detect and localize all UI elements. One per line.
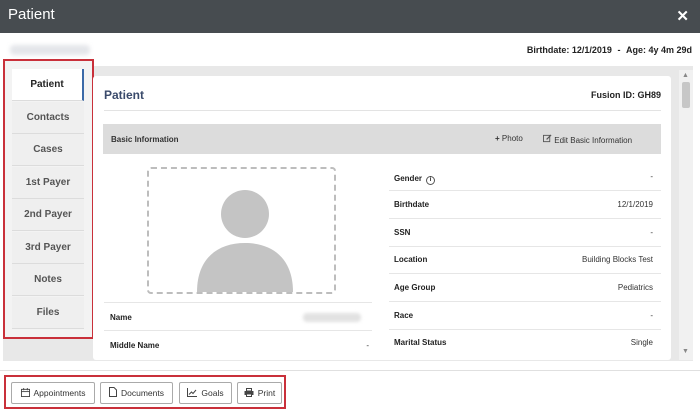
tab-patient[interactable]: Patient: [12, 69, 84, 101]
fusion-id: Fusion ID: GH89: [591, 90, 661, 100]
race-value: -: [650, 311, 653, 320]
gender-label-text: Gender: [394, 174, 423, 183]
patient-name-redacted: [10, 45, 90, 55]
birthdate-value: 12/1/2019: [617, 200, 653, 209]
ssn-value: -: [650, 228, 653, 237]
separator: -: [617, 45, 621, 55]
print-icon: [244, 387, 254, 399]
plus-icon: +: [495, 134, 500, 143]
edit-basic-info-button[interactable]: Edit Basic Information: [543, 134, 632, 145]
scroll-down-icon[interactable]: ▼: [682, 348, 689, 355]
age-group-label: Age Group: [394, 283, 436, 292]
close-icon[interactable]: ✕: [676, 7, 689, 25]
birthdate-age-line: Birthdate: 12/1/2019 - Age: 4y 4m 29d: [527, 45, 692, 55]
marital-status-label: Marital Status: [394, 338, 447, 347]
patient-card: Patient Fusion ID: GH89 Basic Informatio…: [93, 76, 671, 360]
tab-3rd-payer[interactable]: 3rd Payer: [12, 232, 84, 264]
age-text: Age: 4y 4m 29d: [625, 45, 692, 55]
scrollbar-thumb[interactable]: [682, 82, 690, 108]
photo-placeholder[interactable]: [147, 167, 336, 294]
print-label: Print: [257, 388, 276, 398]
documents-label: Documents: [121, 388, 164, 398]
document-icon: [109, 387, 117, 399]
add-photo-button[interactable]: + Photo: [495, 134, 523, 143]
marital-status-value: Single: [630, 338, 653, 347]
row-divider: [104, 302, 372, 303]
row-divider: [389, 301, 661, 302]
edit-basic-info-label: Edit Basic Information: [554, 136, 633, 145]
birthdate-label: Birthdate: [394, 200, 430, 209]
documents-button[interactable]: Documents: [100, 382, 173, 404]
row-divider: [389, 218, 661, 219]
row-divider: [389, 329, 661, 330]
tab-2nd-payer[interactable]: 2nd Payer: [12, 199, 84, 231]
basic-info-header: Basic Information + Photo Edit Basic Inf…: [103, 124, 661, 154]
row-divider: [389, 190, 661, 191]
middle-name-value: -: [366, 341, 369, 350]
tab-files[interactable]: Files: [12, 297, 84, 329]
tab-contacts[interactable]: Contacts: [12, 102, 84, 134]
gender-value: -: [650, 172, 653, 181]
divider: [104, 110, 661, 111]
calendar-icon: [20, 387, 30, 399]
row-divider: [104, 330, 372, 331]
fusion-id-value: GH89: [637, 90, 661, 100]
ssn-label: SSN: [394, 228, 411, 237]
info-icon[interactable]: i: [426, 176, 436, 185]
tab-cases[interactable]: Cases: [12, 134, 84, 166]
edit-icon: [543, 134, 554, 145]
age-group-value: Pediatrics: [617, 283, 653, 292]
row-divider: [389, 246, 661, 247]
fusion-id-label: Fusion ID:: [590, 90, 635, 100]
avatar-placeholder-icon: [197, 190, 293, 292]
line-chart-icon: [187, 387, 198, 399]
goals-button[interactable]: Goals: [179, 382, 232, 404]
gender-label: Gender i: [394, 174, 436, 185]
appointments-label: Appointments: [33, 388, 86, 398]
scroll-up-icon[interactable]: ▲: [682, 72, 689, 79]
location-value: Building Blocks Test: [582, 255, 653, 264]
tab-1st-payer[interactable]: 1st Payer: [12, 167, 84, 199]
footer-divider: [0, 370, 700, 371]
tab-notes[interactable]: Notes: [12, 264, 84, 296]
window-title: Patient: [8, 6, 55, 23]
card-title: Patient: [104, 88, 145, 102]
row-divider: [389, 273, 661, 274]
name-value-redacted: [303, 313, 361, 322]
print-button[interactable]: Print: [237, 382, 282, 404]
goals-label: Goals: [201, 388, 224, 398]
basic-info-title: Basic Information: [111, 135, 179, 144]
name-label: Name: [110, 313, 132, 322]
add-photo-label: Photo: [501, 134, 523, 143]
middle-name-label: Middle Name: [110, 341, 160, 350]
title-bar: Patient ✕: [0, 0, 700, 33]
scrollbar[interactable]: ▲ ▼: [679, 70, 693, 360]
location-label: Location: [394, 255, 428, 264]
appointments-button[interactable]: Appointments: [11, 382, 95, 404]
race-label: Race: [394, 311, 414, 320]
side-tabs: Patient Contacts Cases 1st Payer 2nd Pay…: [3, 59, 94, 339]
birthdate-text: Birthdate: 12/1/2019: [526, 45, 612, 55]
